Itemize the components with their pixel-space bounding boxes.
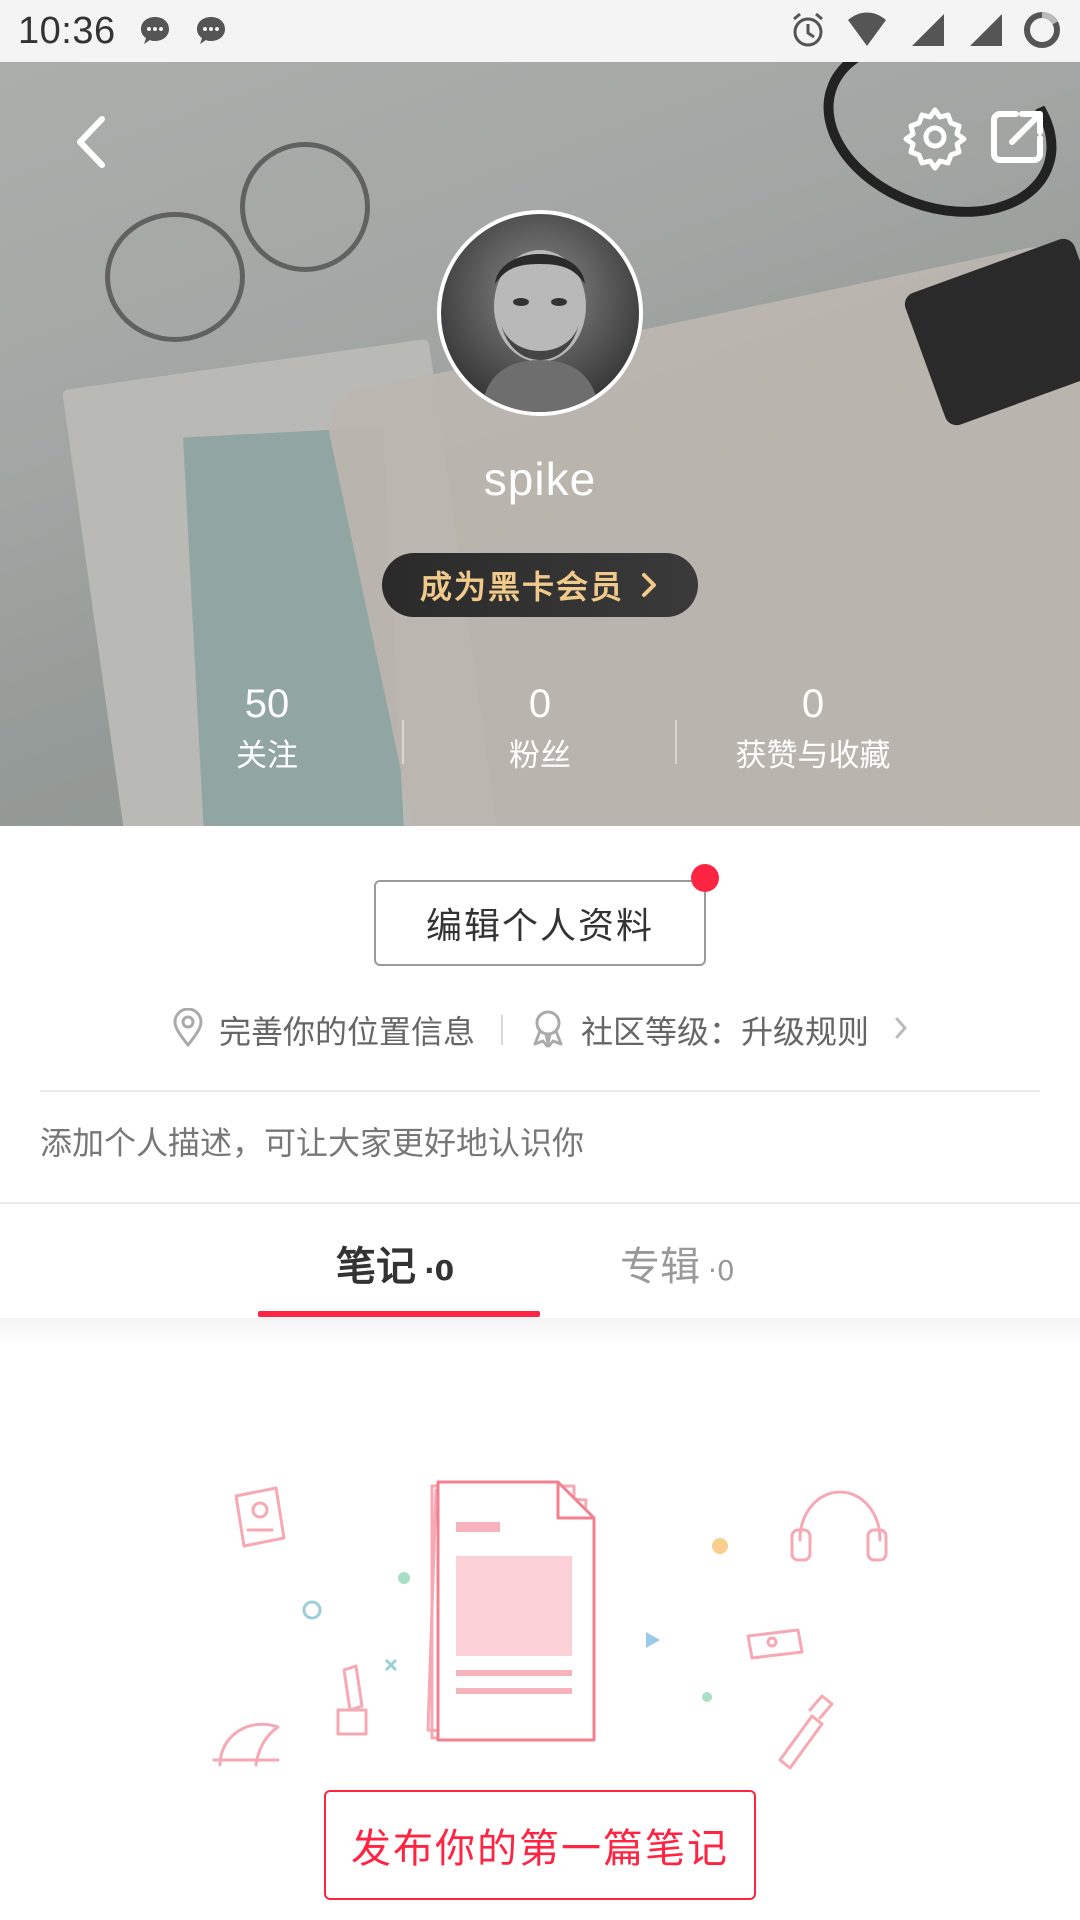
location-text: 完善你的位置信息: [218, 1013, 475, 1051]
publish-first-note-label: 发布你的第一篇笔记: [351, 1826, 729, 1872]
divider: [40, 1090, 1040, 1092]
stat-divider: [402, 720, 404, 764]
content-tabs: 笔记 ·0 专辑 ·0: [0, 1204, 1080, 1320]
wifi-icon: [846, 10, 888, 50]
status-bar: 10:36: [0, 0, 1080, 62]
status-time: 10:36: [18, 9, 116, 52]
message-bubble-icon: [138, 14, 172, 48]
share-icon[interactable]: [986, 104, 1050, 168]
stat-likes-and-collects[interactable]: 0 获赞与收藏: [683, 680, 943, 778]
username: spike: [483, 453, 597, 505]
vip-membership-button[interactable]: 成为黑卡会员: [382, 553, 698, 617]
tabs-shadow: [0, 1318, 1080, 1344]
chevron-right-icon: [893, 1015, 909, 1045]
community-level-text: 社区等级：升级规则: [581, 1013, 870, 1051]
signal-icon: [964, 10, 1004, 50]
bio-placeholder[interactable]: 添加个人描述，可让大家更好地认识你: [40, 1118, 584, 1164]
tab-count: ·0: [424, 1254, 455, 1287]
stat-value: 0: [801, 682, 825, 726]
edit-profile-label: 编辑个人资料: [425, 906, 654, 947]
publish-first-note-button[interactable]: 发布你的第一篇笔记: [324, 1790, 756, 1900]
medal-icon: [529, 1008, 567, 1052]
vip-membership-label: 成为黑卡会员: [419, 568, 624, 606]
empty-notes-illustration: [200, 1460, 890, 1780]
battery-ring-icon: [1022, 10, 1062, 50]
notification-dot: [691, 864, 719, 892]
stat-divider: [675, 720, 677, 764]
profile-stats: 50 关注 0 粉丝 0 获赞与收藏: [0, 680, 1080, 800]
profile-cover: spike 成为黑卡会员 50 关注 0 粉丝 0 获赞与收藏: [0, 62, 1080, 826]
chevron-left-icon[interactable]: [62, 107, 122, 177]
meta-divider: [501, 1015, 503, 1045]
alarm-icon: [788, 10, 828, 50]
chevron-right-icon: [638, 570, 660, 600]
stat-label: 获赞与收藏: [735, 738, 891, 774]
stat-label: 关注: [236, 738, 298, 774]
tab-notes[interactable]: 笔记 ·0: [336, 1234, 454, 1292]
tab-label: 专辑: [620, 1244, 700, 1290]
stat-followers[interactable]: 0 粉丝: [410, 680, 670, 778]
edit-profile-button[interactable]: 编辑个人资料: [374, 880, 706, 966]
stat-following[interactable]: 50 关注: [137, 680, 397, 778]
tab-albums[interactable]: 专辑 ·0: [620, 1234, 735, 1292]
tab-count: ·0: [708, 1254, 735, 1287]
tab-label: 笔记: [336, 1244, 416, 1290]
message-bubble-icon: [194, 14, 228, 48]
location-pin-icon: [171, 1007, 205, 1052]
avatar[interactable]: [437, 210, 643, 416]
location-link[interactable]: 完善你的位置信息: [171, 1007, 475, 1053]
stat-value: 0: [528, 682, 552, 726]
gear-icon[interactable]: [900, 102, 970, 172]
stat-value: 50: [244, 682, 290, 726]
community-level-link[interactable]: 社区等级：升级规则: [529, 1007, 909, 1053]
stat-label: 粉丝: [509, 738, 571, 774]
active-tab-indicator: [258, 1311, 540, 1317]
signal-icon: [906, 10, 946, 50]
profile-meta-row: 完善你的位置信息 社区等级：升级规则: [0, 1005, 1080, 1055]
